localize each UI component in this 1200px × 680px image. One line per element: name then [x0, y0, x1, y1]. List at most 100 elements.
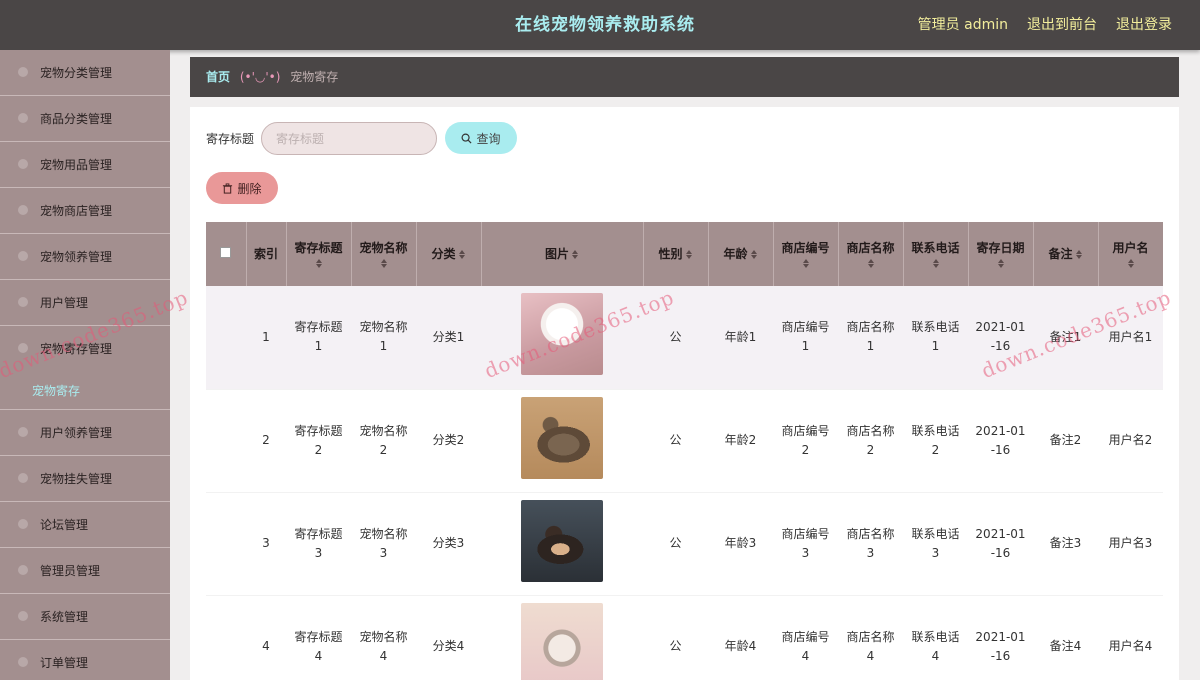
- col-header-phone[interactable]: 联系电话: [903, 222, 969, 286]
- col-header-shop-name[interactable]: 商店名称: [838, 222, 904, 286]
- sort-icon[interactable]: [997, 259, 1005, 268]
- sort-icon[interactable]: [802, 259, 810, 268]
- table-row[interactable]: 2 寄存标题 2 宠物名称 2 分类2 公 年龄2 商店编号 2 商店名称 2 联系电话…: [206, 389, 1163, 493]
- sort-icon[interactable]: [1127, 259, 1135, 268]
- breadcrumb-emoticon: (•'◡'•): [239, 70, 281, 84]
- row-select-cell: [206, 286, 246, 390]
- col-header-pet-name[interactable]: 宠物名称: [351, 222, 417, 286]
- menu-icon: [18, 519, 28, 529]
- cell-user: 用户名1: [1098, 286, 1163, 390]
- cell-shop-name: 商店名称 3: [838, 492, 903, 596]
- row-select-cell: [206, 595, 246, 680]
- cell-shop-name: 商店名称 4: [838, 595, 903, 680]
- menu-icon: [18, 565, 28, 575]
- admin-user-link[interactable]: 管理员 admin: [918, 0, 1008, 50]
- cell-shop-no: 商店编号 1: [773, 286, 838, 390]
- cell-title: 寄存标题 3: [286, 492, 351, 596]
- cell-gender: 公: [643, 286, 708, 390]
- cell-phone: 联系电话 2: [903, 389, 968, 493]
- sidebar: 宠物分类管理 商品分类管理 宠物用品管理 宠物商店管理 宠物领养管理 用户管理 …: [0, 50, 170, 680]
- sidebar-item-orders[interactable]: 订单管理: [0, 640, 170, 680]
- cell-image: [481, 595, 643, 680]
- pet-image[interactable]: [521, 396, 603, 479]
- col-header-age[interactable]: 年龄: [708, 222, 774, 286]
- row-select-cell: [206, 389, 246, 493]
- select-all-checkbox[interactable]: [220, 247, 232, 258]
- sort-icon[interactable]: [571, 249, 579, 260]
- sidebar-subitem-pet-deposit[interactable]: 宠物寄存: [32, 372, 80, 410]
- cell-image: [481, 389, 643, 493]
- row-select-cell: [206, 492, 246, 596]
- cell-index: 3: [246, 492, 286, 596]
- cell-shop-no: 商店编号 4: [773, 595, 838, 680]
- pet-image[interactable]: [521, 293, 603, 376]
- menu-icon: [18, 657, 28, 667]
- sidebar-item-pet-supplies[interactable]: 宠物用品管理: [0, 142, 170, 188]
- cell-age: 年龄2: [708, 389, 773, 493]
- top-header: 在线宠物领养救助系统 管理员 admin 退出到前台 退出登录: [0, 0, 1200, 50]
- col-header-shop-no[interactable]: 商店编号: [773, 222, 839, 286]
- table-row[interactable]: 3 寄存标题 3 宠物名称 3 分类3 公 年龄3 商店编号 3 商店名称 3 联系电话…: [206, 492, 1163, 596]
- pet-image[interactable]: [521, 499, 603, 582]
- col-header-gender[interactable]: 性别: [643, 222, 709, 286]
- cell-age: 年龄1: [708, 286, 773, 390]
- cell-image: [481, 492, 643, 596]
- search-input[interactable]: [261, 122, 437, 155]
- col-header-date[interactable]: 寄存日期: [968, 222, 1034, 286]
- menu-icon: [18, 67, 28, 77]
- cell-shop-no: 商店编号 3: [773, 492, 838, 596]
- pet-image[interactable]: [521, 602, 603, 680]
- cell-remark: 备注1: [1033, 286, 1098, 390]
- breadcrumb-home[interactable]: 首页: [206, 70, 230, 84]
- sidebar-item-pet-category[interactable]: 宠物分类管理: [0, 50, 170, 96]
- sidebar-item-pet-lost[interactable]: 宠物挂失管理: [0, 456, 170, 502]
- cell-phone: 联系电话 4: [903, 595, 968, 680]
- menu-icon: [18, 473, 28, 483]
- cell-remark: 备注4: [1033, 595, 1098, 680]
- sort-icon[interactable]: [380, 259, 388, 268]
- sidebar-item-users[interactable]: 用户管理: [0, 280, 170, 326]
- sort-icon[interactable]: [1075, 249, 1083, 260]
- col-header-index: 索引: [246, 222, 287, 286]
- col-header-remark[interactable]: 备注: [1033, 222, 1099, 286]
- cell-phone: 联系电话 1: [903, 286, 968, 390]
- logout-link[interactable]: 退出登录: [1116, 0, 1172, 50]
- delete-button[interactable]: 删除: [206, 172, 278, 204]
- select-all-cell: [206, 222, 247, 286]
- sidebar-item-pet-deposit[interactable]: 宠物寄存管理 宠物寄存: [0, 326, 170, 410]
- sidebar-item-admins[interactable]: 管理员管理: [0, 548, 170, 594]
- cell-date: 2021-01 -16: [968, 595, 1033, 680]
- sidebar-item-forum[interactable]: 论坛管理: [0, 502, 170, 548]
- col-header-user[interactable]: 用户名: [1098, 222, 1163, 286]
- cell-pet-name: 宠物名称 3: [351, 492, 416, 596]
- cell-user: 用户名4: [1098, 595, 1163, 680]
- cell-pet-name: 宠物名称 1: [351, 286, 416, 390]
- cell-image: [481, 286, 643, 390]
- sidebar-item-user-adoption[interactable]: 用户领养管理: [0, 410, 170, 456]
- col-header-image[interactable]: 图片: [481, 222, 644, 286]
- col-header-category[interactable]: 分类: [416, 222, 482, 286]
- sidebar-item-pet-adoption[interactable]: 宠物领养管理: [0, 234, 170, 280]
- deposit-table: 索引 寄存标题 宠物名称 分类 图片 性别 年龄 商店编号 商店名称 联系电话 …: [206, 222, 1163, 680]
- sidebar-item-system[interactable]: 系统管理: [0, 594, 170, 640]
- table-row[interactable]: 1 寄存标题 1 宠物名称 1 分类1 公 年龄1 商店编号 1 商店名称 1 联系电话…: [206, 286, 1163, 390]
- sort-icon[interactable]: [932, 259, 940, 268]
- menu-icon: [18, 205, 28, 215]
- sort-icon[interactable]: [750, 249, 758, 260]
- search-button[interactable]: 查询: [445, 122, 517, 154]
- sort-icon[interactable]: [685, 249, 693, 260]
- cell-category: 分类3: [416, 492, 481, 596]
- sort-icon[interactable]: [315, 259, 323, 268]
- cell-user: 用户名2: [1098, 389, 1163, 493]
- sidebar-item-pet-shop[interactable]: 宠物商店管理: [0, 188, 170, 234]
- breadcrumb: 首页 (•'◡'•) 宠物寄存: [190, 57, 1179, 97]
- cell-title: 寄存标题 1: [286, 286, 351, 390]
- exit-to-frontend-link[interactable]: 退出到前台: [1027, 0, 1097, 50]
- table-row[interactable]: 4 寄存标题 4 宠物名称 4 分类4 公 年龄4 商店编号 4 商店名称 4 联系电话…: [206, 595, 1163, 680]
- col-header-title[interactable]: 寄存标题: [286, 222, 352, 286]
- sidebar-item-goods-category[interactable]: 商品分类管理: [0, 96, 170, 142]
- sort-icon[interactable]: [867, 259, 875, 268]
- cell-date: 2021-01 -16: [968, 286, 1033, 390]
- cell-index: 4: [246, 595, 286, 680]
- sort-icon[interactable]: [458, 249, 466, 260]
